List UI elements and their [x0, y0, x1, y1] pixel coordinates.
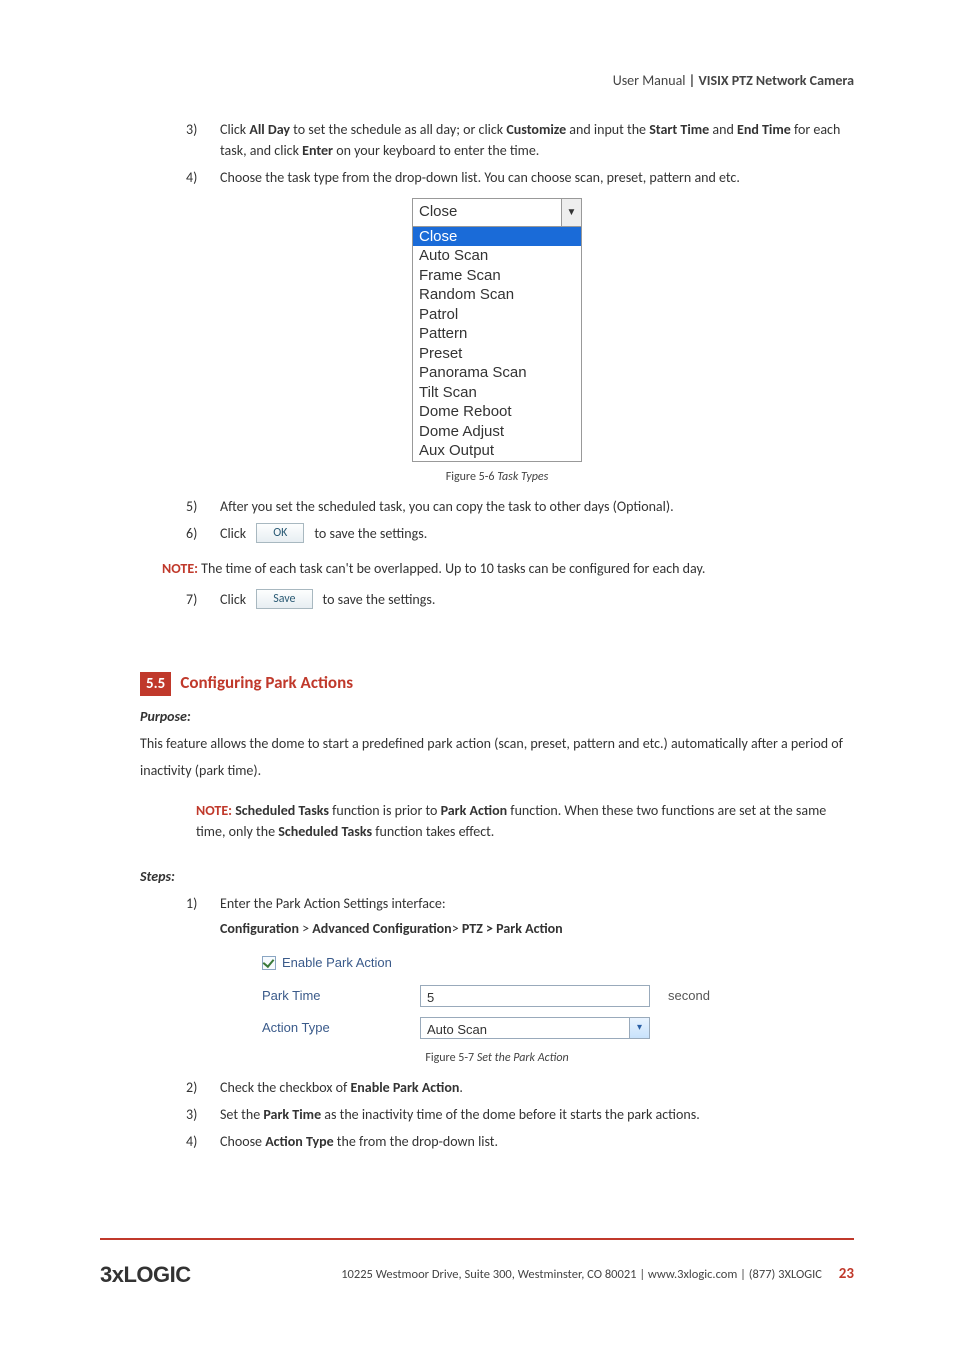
step-b-1: 1) Enter the Park Action Settings interf… — [140, 893, 854, 939]
dropdown-option[interactable]: Pattern — [413, 324, 581, 344]
step-number: 3) — [186, 1104, 206, 1125]
step-b-2: 2) Check the checkbox of Enable Park Act… — [140, 1077, 854, 1098]
park-time-unit: second — [668, 986, 710, 1006]
step-body: Set the Park Time as the inactivity time… — [220, 1104, 854, 1125]
enable-park-action-checkbox[interactable] — [262, 956, 276, 970]
step-body: Choose Action Type the from the drop-dow… — [220, 1131, 854, 1152]
step-body: Click Save to save the settings. — [220, 589, 854, 610]
chevron-down-icon[interactable]: ▼ — [561, 199, 581, 226]
action-type-label: Action Type — [262, 1018, 412, 1038]
save-button[interactable]: Save — [256, 589, 312, 610]
step-body: Check the checkbox of Enable Park Action… — [220, 1077, 854, 1098]
step-a-7: 7) Click Save to save the settings. — [140, 589, 854, 610]
dropdown-option[interactable]: Dome Adjust — [413, 422, 581, 442]
step-body: Choose the task type from the drop-down … — [220, 167, 854, 188]
dropdown-option[interactable]: Random Scan — [413, 285, 581, 305]
park-time-label: Park Time — [262, 986, 412, 1006]
dropdown-option[interactable]: Preset — [413, 344, 581, 364]
chevron-down-icon[interactable]: ▾ — [629, 1018, 649, 1038]
figure-caption-2: Figure 5-7 Set the Park Action — [140, 1049, 854, 1067]
dropdown-option[interactable]: Close — [413, 227, 581, 247]
dropdown-option[interactable]: Tilt Scan — [413, 383, 581, 403]
section-title: Configuring Park Actions — [180, 672, 353, 693]
note-overlap: NOTE: The time of each task can't be ove… — [140, 558, 854, 579]
page-footer: 3xLOGIC 10225 Westmoor Drive, Suite 300,… — [100, 1238, 854, 1291]
step-number: 2) — [186, 1077, 206, 1098]
footer-divider — [100, 1238, 854, 1240]
step-number: 5) — [186, 496, 206, 517]
ok-button[interactable]: OK — [256, 523, 304, 544]
step-a-3: 3) Click All Day to set the schedule as … — [140, 119, 854, 161]
step-number: 4) — [186, 1131, 206, 1152]
action-type-select[interactable]: Auto Scan ▾ — [420, 1017, 650, 1039]
dropdown-option[interactable]: Patrol — [413, 305, 581, 325]
dropdown-option[interactable]: Panorama Scan — [413, 363, 581, 383]
footer-address: 10225 Westmoor Drive, Suite 300, Westmin… — [341, 1263, 854, 1286]
step-a-5: 5) After you set the scheduled task, you… — [140, 496, 854, 517]
page-number: 23 — [839, 1265, 854, 1283]
step-body: Click OK to save the settings. — [220, 523, 854, 544]
task-type-dropdown: Close ▼ Close Auto Scan Frame Scan Rando… — [412, 198, 582, 462]
step-number: 6) — [186, 523, 206, 544]
dropdown-head[interactable]: Close ▼ — [413, 199, 581, 227]
dropdown-option[interactable]: Frame Scan — [413, 266, 581, 286]
step-body: After you set the scheduled task, you ca… — [220, 496, 854, 517]
step-body: Enter the Park Action Settings interface… — [220, 893, 854, 939]
step-a-4: 4) Choose the task type from the drop-do… — [140, 167, 854, 188]
dropdown-selected: Close — [413, 199, 561, 226]
dropdown-option[interactable]: Dome Reboot — [413, 402, 581, 422]
enable-park-action-label: Enable Park Action — [282, 953, 392, 973]
section-number: 5.5 — [140, 672, 171, 697]
page-header: User Manual | VISIX PTZ Network Camera — [140, 70, 854, 91]
note-label: NOTE: — [196, 802, 232, 819]
park-time-input[interactable]: 5 — [420, 985, 650, 1007]
steps-label: Steps: — [140, 866, 854, 887]
dropdown-option[interactable]: Aux Output — [413, 441, 581, 461]
dropdown-list: Close Auto Scan Frame Scan Random Scan P… — [413, 227, 581, 461]
figure-caption-1: Figure 5-6 Task Types — [140, 468, 854, 486]
section-header-5-5: 5.5 Configuring Park Actions — [140, 670, 854, 697]
purpose-text: This feature allows the dome to start a … — [140, 731, 854, 784]
purpose-label: Purpose: — [140, 706, 854, 727]
dropdown-option[interactable]: Auto Scan — [413, 246, 581, 266]
header-left: User Manual — [613, 72, 689, 89]
logo-3xlogic: 3xLOGIC — [100, 1258, 191, 1291]
step-body: Click All Day to set the schedule as all… — [220, 119, 854, 161]
figure-park-action: Enable Park Action Park Time 5 second Ac… — [262, 953, 732, 1039]
step-number: 1) — [186, 893, 206, 939]
header-right: | VISIX PTZ Network Camera — [689, 72, 854, 89]
step-b-4: 4) Choose Action Type the from the drop-… — [140, 1131, 854, 1152]
step-b-3: 3) Set the Park Time as the inactivity t… — [140, 1104, 854, 1125]
action-type-value: Auto Scan — [421, 1018, 629, 1038]
step-number: 4) — [186, 167, 206, 188]
step-number: 3) — [186, 119, 206, 161]
step-a-6: 6) Click OK to save the settings. — [140, 523, 854, 544]
note-label: NOTE: — [162, 560, 198, 577]
note-scheduled-tasks: NOTE: Scheduled Tasks function is prior … — [140, 800, 854, 842]
step-number: 7) — [186, 589, 206, 610]
figure-task-types: Close ▼ Close Auto Scan Frame Scan Rando… — [140, 198, 854, 462]
